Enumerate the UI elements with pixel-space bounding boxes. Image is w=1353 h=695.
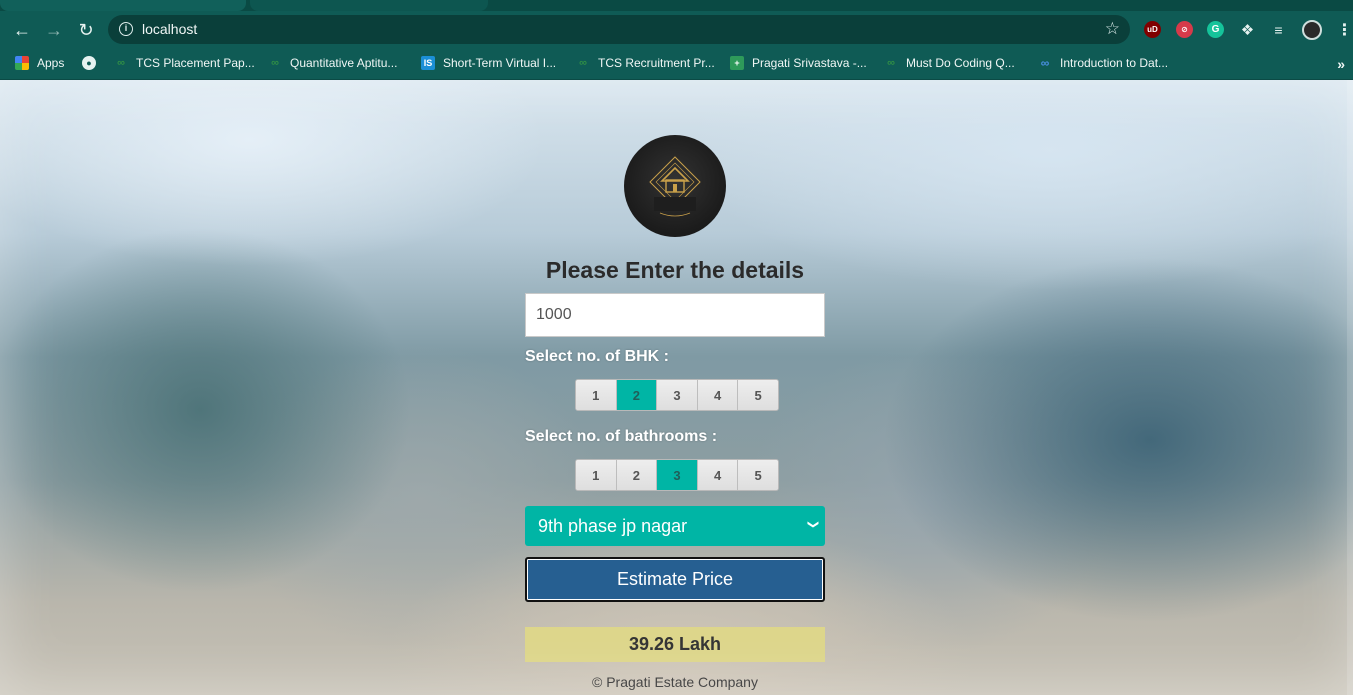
bookmark-label: Quantitative Aptitu... [290, 56, 398, 70]
bookmark-star-icon[interactable]: ☆ [1105, 19, 1120, 39]
bathrooms-selector: 1 2 3 4 5 [575, 459, 779, 491]
tab-previous[interactable] [0, 0, 246, 11]
bhk-selector: 1 2 3 4 5 [575, 379, 779, 411]
chevron-down-icon: ❯ [806, 519, 819, 530]
scrollbar[interactable] [1347, 80, 1353, 695]
bhk-option-5[interactable]: 5 [738, 380, 778, 410]
form-heading: Please Enter the details [545, 257, 805, 283]
bathrooms-label: Select no. of bathrooms : [525, 428, 718, 445]
blocker-extension-icon[interactable]: ⊘ [1176, 21, 1193, 38]
geeksforgeeks-icon: ∞ [579, 57, 587, 69]
geeksforgeeks-icon: ∞ [117, 57, 125, 69]
bookmark-label: Short-Term Virtual I... [443, 56, 557, 70]
tab-strip [0, 0, 1353, 11]
house-logo-icon [649, 156, 701, 217]
estimated-price-result: 39.26 Lakh [525, 627, 825, 662]
bookmark-apps[interactable]: Apps [15, 54, 64, 72]
bookmark-item[interactable]: ∞ TCS Recruitment Pr... [576, 54, 715, 72]
bhk-option-1[interactable]: 1 [576, 380, 617, 410]
page-background: Please Enter the details Select no. of B… [0, 80, 1353, 695]
location-selected: 9th phase jp nagar [538, 515, 688, 536]
bookmark-globe[interactable]: ● [82, 54, 104, 72]
bath-option-4[interactable]: 4 [697, 460, 739, 490]
area-sqft-input[interactable] [525, 293, 825, 337]
bookmark-label: TCS Recruitment Pr... [598, 56, 715, 70]
bookmark-item[interactable]: ∞ Must Do Coding Q... [884, 54, 1015, 72]
ublock-extension-icon[interactable]: uD [1144, 21, 1161, 38]
browser-menu-icon[interactable]: ⋮ [1336, 21, 1353, 39]
bookmark-item[interactable]: IS Short-Term Virtual I... [421, 54, 556, 72]
tab-active[interactable] [250, 0, 488, 11]
infinity-icon: ∞ [1040, 56, 1050, 70]
bhk-label: Select no. of BHK : [525, 348, 670, 365]
reload-icon[interactable]: ↻ [75, 19, 97, 41]
address-bar[interactable]: i localhost ☆ [108, 15, 1130, 44]
bookmark-item[interactable]: ∞ Quantitative Aptitu... [268, 54, 397, 72]
bath-option-3[interactable]: 3 [657, 460, 698, 490]
back-arrow-icon[interactable]: ← [11, 19, 33, 41]
bookmark-label: TCS Placement Pap... [136, 56, 255, 70]
bookmark-label: Pragati Srivastava -... [752, 56, 867, 70]
geeksforgeeks-icon: ∞ [271, 57, 279, 69]
bookmark-label: Must Do Coding Q... [906, 56, 1015, 70]
profile-avatar[interactable] [1302, 20, 1322, 40]
bhk-option-2[interactable]: 2 [616, 380, 658, 410]
location-select[interactable]: 9th phase jp nagar ❯ [525, 506, 825, 546]
bookmark-item[interactable]: + Pragati Srivastava -... [730, 54, 867, 72]
globe-icon: ● [82, 56, 96, 70]
internshala-icon: IS [421, 56, 435, 70]
apps-grid-icon [15, 56, 29, 70]
bookmarks-bar: Apps ● ∞ TCS Placement Pap... ∞ Quantita… [0, 47, 1353, 80]
footer-copyright: © Pragati Estate Company [592, 674, 758, 690]
logo [624, 135, 726, 237]
bookmark-label: Apps [37, 56, 65, 70]
forward-arrow-icon[interactable]: → [43, 19, 65, 41]
bath-option-2[interactable]: 2 [616, 460, 658, 490]
bath-option-1[interactable]: 1 [576, 460, 617, 490]
browser-toolbar: ← → ↻ i localhost ☆ uD ⊘ G ❖ ≡ ⋮ [0, 11, 1353, 47]
reading-list-icon[interactable]: ≡ [1270, 21, 1287, 38]
bookmark-label: Introduction to Dat... [1060, 56, 1169, 70]
extensions-puzzle-icon[interactable]: ❖ [1239, 21, 1256, 39]
address-url[interactable]: localhost [142, 21, 197, 37]
site-info-icon[interactable]: i [119, 22, 133, 36]
geeksforgeeks-icon: ∞ [887, 57, 895, 69]
bhk-option-4[interactable]: 4 [697, 380, 739, 410]
bath-option-5[interactable]: 5 [738, 460, 778, 490]
grammarly-extension-icon[interactable]: G [1207, 21, 1224, 38]
estimate-price-button[interactable]: Estimate Price [525, 557, 825, 602]
bhk-option-3[interactable]: 3 [657, 380, 698, 410]
plus-icon: + [730, 56, 744, 70]
bookmark-item[interactable]: ∞ Introduction to Dat... [1038, 54, 1168, 72]
bookmarks-overflow-icon[interactable]: » [1337, 56, 1345, 72]
bookmark-item[interactable]: ∞ TCS Placement Pap... [114, 54, 255, 72]
